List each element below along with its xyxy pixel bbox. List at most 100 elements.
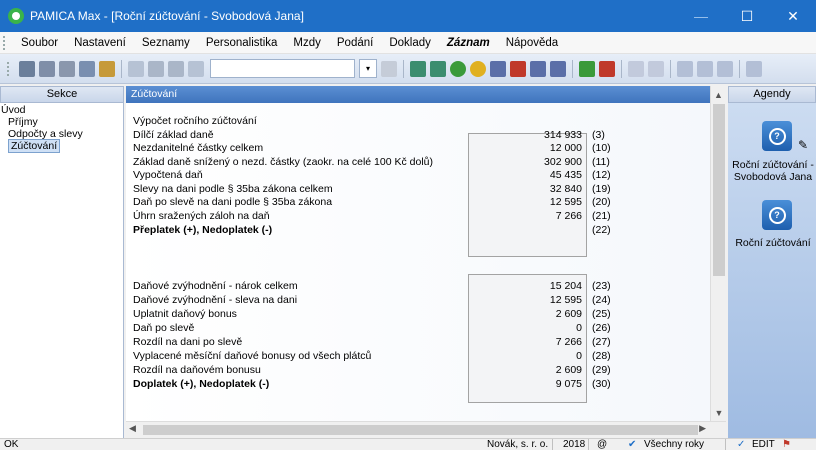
agendy-panel: ? ✎ Roční zúčtování - Svobodová Jana ? R… bbox=[728, 103, 816, 438]
status-text: OK bbox=[4, 439, 19, 450]
tree-item-uvod[interactable]: Úvod bbox=[0, 104, 123, 116]
tools-icon[interactable] bbox=[746, 60, 762, 77]
tree-item-zuctovani[interactable]: Zúčtování bbox=[0, 139, 123, 153]
row-code: (21) bbox=[592, 210, 611, 222]
toolbar-separator bbox=[670, 59, 671, 78]
record-combo[interactable] bbox=[210, 59, 355, 78]
row-label: Uplatnit daňový bonus bbox=[133, 308, 237, 320]
toolbar-separator bbox=[739, 59, 740, 78]
status-separator bbox=[588, 439, 589, 450]
print-icon[interactable] bbox=[59, 60, 75, 77]
row-label: Rozdíl na daňovém bonusu bbox=[133, 364, 261, 376]
row-label: Výpočet ročního zúčtování bbox=[133, 115, 257, 127]
menu-soubor[interactable]: Soubor bbox=[13, 37, 66, 49]
menu-doklady[interactable]: Doklady bbox=[381, 37, 439, 49]
sekce-tree: Úvod Příjmy Odpočty a slevy Zúčtování bbox=[0, 103, 124, 438]
horizontal-scroll-thumb[interactable] bbox=[143, 425, 698, 435]
person-yellow-icon[interactable] bbox=[470, 60, 486, 77]
menu-nastaveni[interactable]: Nastavení bbox=[66, 37, 134, 49]
scroll-up-icon[interactable]: ▲ bbox=[711, 86, 726, 103]
row-value: 0 bbox=[576, 350, 582, 362]
row-value: 32 840 bbox=[549, 183, 582, 195]
agenda-item-employee[interactable]: Roční zúčtování - Svobodová Jana bbox=[728, 159, 816, 183]
row-code: (28) bbox=[592, 350, 611, 362]
vertical-scroll-thumb[interactable] bbox=[713, 104, 725, 276]
row-value: 12 595 bbox=[549, 196, 582, 208]
menu-napoveda[interactable]: Nápověda bbox=[498, 37, 566, 49]
status-company: Novák, s. r. o. bbox=[487, 439, 549, 450]
menu-zaznam[interactable]: Záznam bbox=[439, 37, 498, 49]
minimize-button[interactable]: — bbox=[678, 0, 724, 32]
row-code: (23) bbox=[592, 280, 611, 292]
vertical-scrollbar[interactable]: ▲ ▼ bbox=[710, 86, 726, 421]
calendar-icon[interactable] bbox=[648, 60, 664, 77]
row-value: 2 609 bbox=[555, 364, 582, 376]
status-years: Všechny roky bbox=[644, 439, 705, 450]
toolbar-separator bbox=[572, 59, 573, 78]
toolbar-grip bbox=[7, 61, 13, 76]
menu-bar: Soubor Nastavení Seznamy Personalistika … bbox=[0, 32, 816, 54]
row-label: Úhrn sražených záloh na daň bbox=[133, 210, 270, 222]
horizontal-scrollbar[interactable]: ◀ ▶ bbox=[126, 421, 726, 437]
row-label: Daň po slevě bbox=[133, 322, 195, 334]
menu-personalistika[interactable]: Personalistika bbox=[198, 37, 286, 49]
print-preview-icon[interactable] bbox=[79, 60, 95, 77]
toolbar: ▾ bbox=[0, 54, 816, 84]
view-list-icon[interactable] bbox=[677, 60, 693, 77]
employee-m-icon[interactable] bbox=[410, 60, 426, 77]
row-value: 45 435 bbox=[549, 169, 582, 181]
wizard-icon[interactable] bbox=[39, 60, 55, 77]
menu-mzdy[interactable]: Mzdy bbox=[285, 37, 328, 49]
row-code: (19) bbox=[592, 183, 611, 195]
title-bar: PAMICA Max - [Roční zúčtování - Svobodov… bbox=[0, 0, 816, 32]
row-code: (30) bbox=[592, 378, 611, 390]
agendy-header: Agendy bbox=[728, 86, 816, 103]
scroll-down-icon[interactable]: ▼ bbox=[711, 404, 727, 421]
view-detail-icon[interactable] bbox=[717, 60, 733, 77]
row-label: Slevy na dani podle § 35ba zákona celkem bbox=[133, 183, 333, 195]
tree-item-prijmy[interactable]: Příjmy bbox=[0, 116, 123, 128]
copy-icon[interactable] bbox=[188, 60, 204, 77]
person-green-icon[interactable] bbox=[450, 60, 466, 77]
wage-red-icon[interactable] bbox=[510, 60, 526, 77]
scroll-left-icon[interactable]: ◀ bbox=[129, 423, 136, 434]
row-label: Rozdíl na dani po slevě bbox=[133, 336, 243, 348]
row-code: (26) bbox=[592, 322, 611, 334]
row-label: Přeplatek (+), Nedoplatek (-) bbox=[133, 224, 273, 236]
wage-m-icon[interactable] bbox=[490, 60, 506, 77]
flag-icon: ⚑ bbox=[782, 439, 791, 450]
maximize-button[interactable]: ☐ bbox=[724, 0, 770, 32]
menu-podani[interactable]: Podání bbox=[329, 37, 381, 49]
row-label: Dílčí základ daně bbox=[133, 129, 214, 141]
save-icon[interactable] bbox=[148, 60, 164, 77]
red-flag-icon[interactable] bbox=[599, 60, 615, 77]
close-button[interactable]: ✕ bbox=[770, 0, 816, 32]
save-all-icon[interactable] bbox=[168, 60, 184, 77]
agenda-item-settlement[interactable]: Roční zúčtování bbox=[728, 237, 816, 249]
row-label: Daň po slevě na dani podle § 35ba zákona bbox=[133, 196, 333, 208]
dropdown-chevron-icon[interactable]: ▾ bbox=[359, 59, 377, 78]
row-code: (27) bbox=[592, 336, 611, 348]
filter-icon[interactable] bbox=[19, 60, 35, 77]
annual-settlement-employee-icon[interactable]: ? bbox=[762, 121, 792, 151]
green-flag-icon[interactable] bbox=[579, 60, 595, 77]
new-record-icon[interactable] bbox=[128, 60, 144, 77]
annual-settlement-icon[interactable]: ? bbox=[762, 200, 792, 230]
row-value: 7 266 bbox=[555, 210, 582, 222]
zuctovani-panel: Výpočet ročního zúčtování Dílčí základ da… bbox=[126, 103, 710, 421]
clear-filter-icon[interactable] bbox=[381, 60, 397, 77]
row-value: 2 609 bbox=[555, 308, 582, 320]
export-icon[interactable] bbox=[99, 60, 115, 77]
row-value: 302 900 bbox=[544, 156, 582, 168]
wage-blue-icon[interactable] bbox=[530, 60, 546, 77]
folder-icon[interactable] bbox=[628, 60, 644, 77]
row-label: Nezdanitelné částky celkem bbox=[133, 142, 264, 154]
employee-list-icon[interactable] bbox=[430, 60, 446, 77]
status-edit: EDIT bbox=[752, 439, 775, 450]
wage-sum-icon[interactable] bbox=[550, 60, 566, 77]
scroll-right-icon[interactable]: ▶ bbox=[699, 423, 706, 434]
view-table-icon[interactable] bbox=[697, 60, 713, 77]
row-value: 0 bbox=[576, 322, 582, 334]
row-code: (12) bbox=[592, 169, 611, 181]
menu-seznamy[interactable]: Seznamy bbox=[134, 37, 198, 49]
